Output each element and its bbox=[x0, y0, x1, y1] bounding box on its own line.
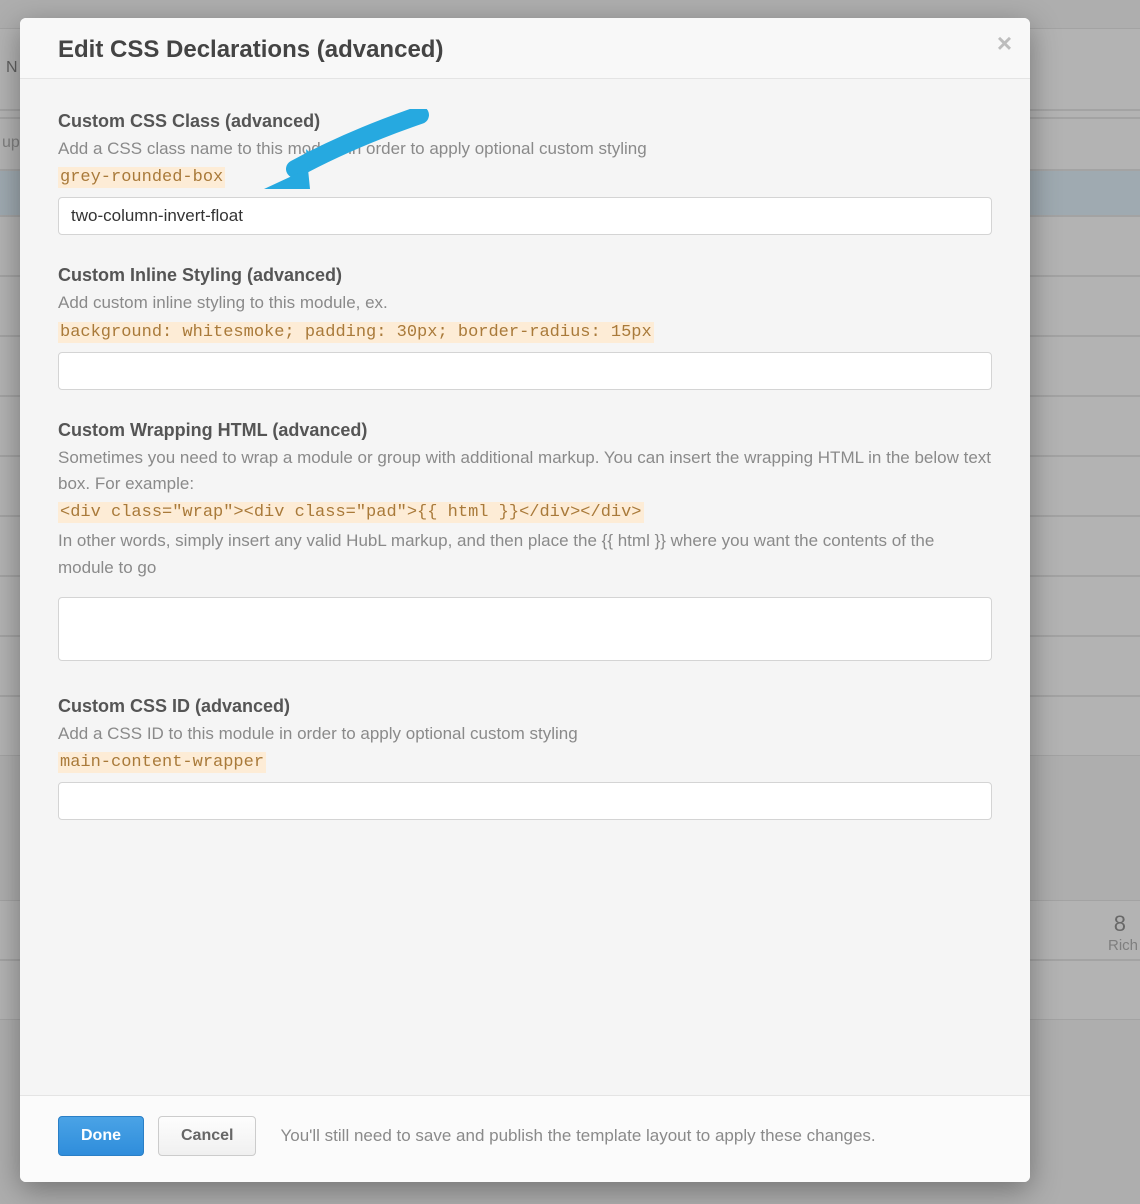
section-title: Custom CSS Class (advanced) bbox=[58, 111, 992, 132]
code-example: background: whitesmoke; padding: 30px; b… bbox=[58, 322, 654, 343]
section-title: Custom CSS ID (advanced) bbox=[58, 696, 992, 717]
section-custom-css-class: Custom CSS Class (advanced) Add a CSS cl… bbox=[58, 111, 992, 235]
edit-css-declarations-modal: Edit CSS Declarations (advanced) × Custo… bbox=[20, 18, 1030, 1182]
custom-css-class-input[interactable] bbox=[58, 197, 992, 235]
section-custom-css-id: Custom CSS ID (advanced) Add a CSS ID to… bbox=[58, 696, 992, 820]
section-description: Add a CSS class name to this module in o… bbox=[58, 136, 992, 162]
section-title: Custom Wrapping HTML (advanced) bbox=[58, 420, 992, 441]
code-example: grey-rounded-box bbox=[58, 167, 225, 188]
section-description: Add a CSS ID to this module in order to … bbox=[58, 721, 992, 747]
custom-inline-styling-input[interactable] bbox=[58, 352, 992, 390]
code-example: <div class="wrap"><div class="pad">{{ ht… bbox=[58, 502, 644, 523]
custom-wrapping-html-input[interactable] bbox=[58, 597, 992, 661]
done-button[interactable]: Done bbox=[58, 1116, 144, 1156]
section-title: Custom Inline Styling (advanced) bbox=[58, 265, 992, 286]
modal-footer: Done Cancel You'll still need to save an… bbox=[20, 1095, 1030, 1182]
section-description-2: In other words, simply insert any valid … bbox=[58, 528, 992, 581]
modal-header: Edit CSS Declarations (advanced) × bbox=[20, 18, 1030, 79]
cancel-button[interactable]: Cancel bbox=[158, 1116, 256, 1156]
section-description: Add custom inline styling to this module… bbox=[58, 290, 992, 316]
code-example: main-content-wrapper bbox=[58, 752, 266, 773]
section-custom-wrapping-html: Custom Wrapping HTML (advanced) Sometime… bbox=[58, 420, 992, 666]
custom-css-id-input[interactable] bbox=[58, 782, 992, 820]
section-custom-inline-styling: Custom Inline Styling (advanced) Add cus… bbox=[58, 265, 992, 389]
close-icon[interactable]: × bbox=[997, 30, 1012, 56]
section-description: Sometimes you need to wrap a module or g… bbox=[58, 445, 992, 498]
modal-body: Custom CSS Class (advanced) Add a CSS cl… bbox=[20, 79, 1030, 1095]
footer-note: You'll still need to save and publish th… bbox=[280, 1126, 875, 1146]
modal-title: Edit CSS Declarations (advanced) bbox=[58, 36, 992, 64]
